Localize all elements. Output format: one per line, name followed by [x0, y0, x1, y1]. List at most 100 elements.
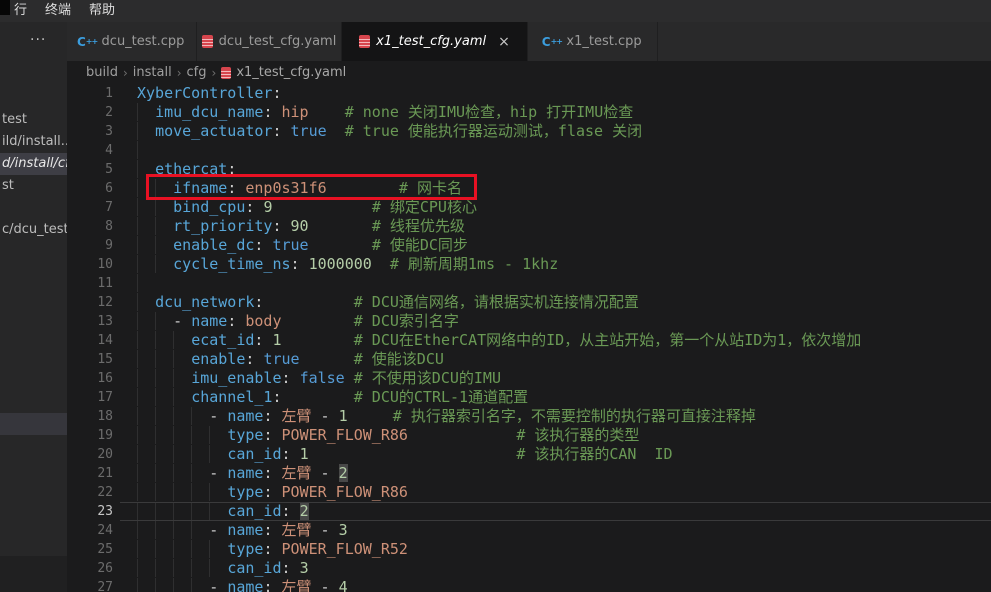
code-line[interactable]: 23 can_id: 2 [67, 502, 991, 521]
code-line-text: ecat_id: 1 # DCU在EtherCAT网络中的ID，从主站开始，第一… [137, 331, 861, 350]
menu-item-2[interactable]: 帮助 [80, 0, 124, 22]
code-line[interactable]: 21 - name: 左臂 - 2 [67, 464, 991, 483]
code-line[interactable]: 7 bind_cpu: 9 # 绑定CPU核心 [67, 198, 991, 217]
indent-guides [137, 407, 209, 425]
code-line[interactable]: 25 type: POWER_FLOW_R52 [67, 540, 991, 559]
sidebar-item[interactable]: c/dcu_test... [0, 219, 67, 241]
code-line[interactable]: 14 ecat_id: 1 # DCU在EtherCAT网络中的ID，从主站开始… [67, 331, 991, 350]
code-line-text: - name: 左臂 - 2 [137, 464, 348, 483]
code-line[interactable]: 9 enable_dc: true # 使能DC同步 [67, 236, 991, 255]
code-line-text: type: POWER_FLOW_R52 [137, 540, 408, 559]
sidebar-item[interactable]: test [0, 109, 67, 131]
indent-guides [137, 255, 173, 273]
indent-guides [137, 179, 173, 197]
code-line[interactable]: 5 ethercat: [67, 160, 991, 179]
code-line[interactable]: 10 cycle_time_ns: 1000000 # 刷新周期1ms - 1k… [67, 255, 991, 274]
tab-x1_test_cfg.yaml[interactable]: x1_test_cfg.yaml × [342, 22, 528, 61]
line-number: 11 [67, 274, 113, 293]
line-number: 16 [67, 369, 113, 388]
code-line[interactable]: 8 rt_priority: 90 # 线程优先级 [67, 217, 991, 236]
code-line-text: ethercat: [137, 160, 236, 179]
line-number: 12 [67, 293, 113, 312]
line-number: 21 [67, 464, 113, 483]
tab-label: dcu_test.cpp [102, 34, 185, 49]
code-line-text: enable_dc: true # 使能DC同步 [137, 236, 468, 255]
code-line[interactable]: 15 enable: true # 使能该DCU [67, 350, 991, 369]
sidebar-more-button[interactable]: ··· [0, 32, 67, 48]
code-editor[interactable]: 1XyberController:2 imu_dcu_name: hip # n… [67, 84, 991, 592]
code-line-text: can_id: 3 [137, 559, 309, 578]
cpp-file-icon: C++ [543, 34, 560, 50]
code-line-text: cycle_time_ns: 1000000 # 刷新周期1ms - 1khz [137, 255, 558, 274]
tab-label: dcu_test_cfg.yaml [219, 34, 337, 49]
code-line[interactable]: 19 type: POWER_FLOW_R86 # 该执行器的类型 [67, 426, 991, 445]
code-line[interactable]: 13 - name: body # DCU索引名字 [67, 312, 991, 331]
line-number: 20 [67, 445, 113, 464]
code-line[interactable]: 20 can_id: 1 # 该执行器的CAN ID [67, 445, 991, 464]
line-number: 6 [67, 179, 113, 198]
close-icon[interactable]: × [498, 34, 510, 50]
breadcrumb-segment[interactable]: build [86, 65, 118, 80]
yaml-file-icon [202, 35, 213, 48]
code-line[interactable]: 18 - name: 左臂 - 1 # 执行器索引名字，不需要控制的执行器可直接… [67, 407, 991, 426]
code-line[interactable]: 4 [67, 141, 991, 160]
clipped-corner [0, 0, 10, 15]
code-line-text: can_id: 2 [137, 502, 309, 521]
code-line-text: imu_enable: false # 不使用该DCU的IMU [137, 369, 501, 388]
indent-guides [137, 502, 227, 520]
line-number: 7 [67, 198, 113, 217]
vscode-window: 行终端帮助 ··· testild/install...d/install/cf… [0, 0, 991, 592]
tab-label: x1_test_cfg.yaml [376, 34, 486, 49]
code-line[interactable]: 1XyberController: [67, 84, 991, 103]
code-line-text: bind_cpu: 9 # 绑定CPU核心 [137, 198, 477, 217]
code-line-text: - name: 左臂 - 4 [137, 578, 348, 592]
code-line[interactable]: 22 type: POWER_FLOW_R86 [67, 483, 991, 502]
code-line-text: - name: body # DCU索引名字 [137, 312, 459, 331]
code-line[interactable]: 26 can_id: 3 [67, 559, 991, 578]
line-number: 13 [67, 312, 113, 331]
sidebar-item[interactable]: st [0, 175, 67, 197]
sidebar-item[interactable]: d/install/cfg [0, 153, 67, 175]
tab-x1_test.cpp[interactable]: C++ x1_test.cpp [528, 22, 658, 61]
line-number: 8 [67, 217, 113, 236]
indent-guides [137, 274, 155, 292]
breadcrumb: build›install›cfg›x1_test_cfg.yaml [67, 61, 991, 84]
code-line[interactable]: 6 ifname: enp0s31f6 # 网卡名 [67, 179, 991, 198]
tab-dcu_test_cfg.yaml[interactable]: dcu_test_cfg.yaml [197, 22, 342, 61]
code-line[interactable]: 24 - name: 左臂 - 3 [67, 521, 991, 540]
indent-guides [137, 198, 173, 216]
code-line[interactable]: 12 dcu_network: # DCU通信网络，请根据实机连接情况配置 [67, 293, 991, 312]
code-line[interactable]: 27 - name: 左臂 - 4 [67, 578, 991, 592]
code-line[interactable]: 11 [67, 274, 991, 293]
code-line[interactable]: 17 channel_1: # DCU的CTRL-1通道配置 [67, 388, 991, 407]
indent-guides [137, 236, 173, 254]
indent-guides [137, 578, 209, 592]
code-line[interactable]: 16 imu_enable: false # 不使用该DCU的IMU [67, 369, 991, 388]
tab-dcu_test.cpp[interactable]: C++ dcu_test.cpp [67, 22, 197, 61]
indent-guides [137, 141, 155, 159]
line-number: 17 [67, 388, 113, 407]
indent-guides [137, 540, 227, 558]
line-number: 25 [67, 540, 113, 559]
code-line-text [137, 141, 155, 160]
code-line[interactable]: 2 imu_dcu_name: hip # none 关闭IMU检查，hip 打… [67, 103, 991, 122]
tab-label: x1_test.cpp [566, 34, 641, 49]
cpp-file-icon: C++ [79, 34, 96, 50]
indent-guides [137, 521, 209, 539]
breadcrumb-segment[interactable]: cfg [187, 65, 207, 80]
line-number: 9 [67, 236, 113, 255]
code-line-text: rt_priority: 90 # 线程优先级 [137, 217, 465, 236]
code-line-text: move_actuator: true # true 使能执行器运动测试，fla… [137, 122, 642, 141]
breadcrumb-segment[interactable]: install [133, 65, 172, 80]
sidebar-item[interactable]: ild/install... [0, 131, 67, 153]
line-number: 2 [67, 103, 113, 122]
code-line-text: - name: 左臂 - 3 [137, 521, 348, 540]
sidebar-item[interactable] [0, 413, 67, 435]
indent-guides [137, 293, 155, 311]
breadcrumb-file[interactable]: x1_test_cfg.yaml [236, 65, 346, 80]
indent-guides [137, 445, 227, 463]
line-number: 1 [67, 84, 113, 103]
menu-item-1[interactable]: 终端 [36, 0, 80, 22]
indent-guides [137, 464, 209, 482]
code-line[interactable]: 3 move_actuator: true # true 使能执行器运动测试，f… [67, 122, 991, 141]
